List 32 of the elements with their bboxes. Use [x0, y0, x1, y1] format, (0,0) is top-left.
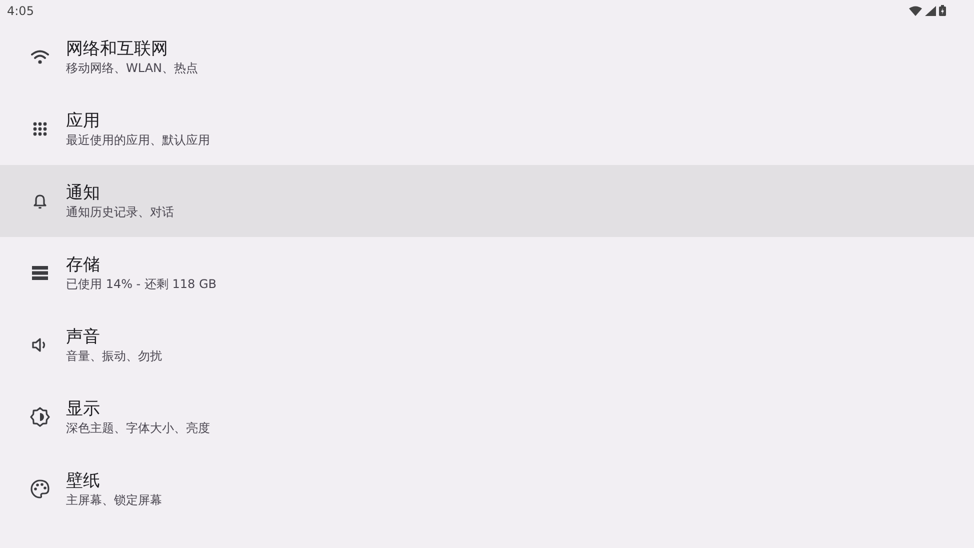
setting-title: 网络和互联网 — [66, 38, 169, 60]
setting-summary: 音量、振动、勿扰 — [66, 348, 162, 364]
battery-icon — [939, 5, 946, 16]
settings-item[interactable]: 通知 通知历史记录、对话 — [0, 165, 974, 237]
setting-title: 应用 — [66, 110, 101, 132]
setting-summary: 移动网络、WLAN、热点 — [66, 60, 198, 76]
setting-summary: 通知历史记录、对话 — [66, 204, 174, 220]
settings-item[interactable]: 应用 最近使用的应用、默认应用 — [0, 93, 974, 165]
palette-icon — [30, 479, 50, 499]
settings-item[interactable]: 声音 音量、振动、勿扰 — [0, 309, 974, 381]
settings-item[interactable]: 壁纸 主屏幕、锁定屏幕 — [0, 453, 974, 525]
cell-signal-icon — [925, 6, 936, 16]
setting-summary: 已使用 14% - 还剩 118 GB — [66, 276, 217, 292]
settings-item[interactable]: 存储 已使用 14% - 还剩 118 GB — [0, 237, 974, 309]
setting-title: 通知 — [66, 182, 101, 204]
status-time: 4:05 — [7, 4, 34, 18]
setting-title: 存储 — [66, 254, 101, 276]
bell-icon — [33, 193, 47, 209]
wifi-signal-icon — [909, 6, 922, 16]
setting-summary: 深色主题、字体大小、亮度 — [66, 420, 210, 436]
wifi-icon — [31, 50, 49, 64]
settings-item[interactable]: 显示 深色主题、字体大小、亮度 — [0, 381, 974, 453]
setting-title: 显示 — [66, 398, 101, 420]
brightness-icon — [30, 407, 50, 427]
setting-summary: 主屏幕、锁定屏幕 — [66, 492, 162, 508]
setting-summary: 最近使用的应用、默认应用 — [66, 132, 210, 148]
speaker-icon — [32, 338, 48, 352]
storage-icon — [32, 266, 48, 280]
setting-title: 声音 — [66, 326, 101, 348]
setting-title: 壁纸 — [66, 470, 101, 492]
settings-item[interactable]: 网络和互联网 移动网络、WLAN、热点 — [0, 21, 974, 93]
apps-grid-icon — [33, 122, 47, 136]
